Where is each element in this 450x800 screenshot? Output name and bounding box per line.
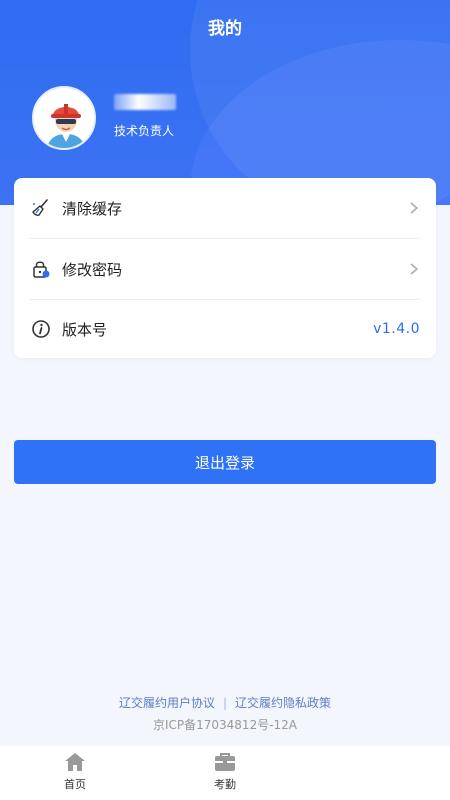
footer-links: 辽交履约用户协议 | 辽交履约隐私政策 [0,694,450,711]
bottom-tab-bar: 首页 考勤 [0,746,450,800]
page-title: 我的 [208,19,242,39]
version-item: 版本号 v1.4.0 [30,299,420,359]
version-label: 版本号 [62,320,108,339]
tab-attendance-label: 考勤 [214,778,236,791]
lock-icon [30,258,52,280]
avatar[interactable] [32,86,96,150]
tab-home-label: 首页 [64,778,86,791]
user-agreement-link[interactable]: 辽交履约用户协议 [119,696,215,710]
tab-home[interactable]: 首页 [0,746,150,792]
chevron-right-icon [410,202,419,214]
privacy-policy-link[interactable]: 辽交履约隐私政策 [235,696,331,710]
clear-cache-label: 清除缓存 [62,199,123,218]
tab-attendance[interactable]: 考勤 [150,746,300,792]
change-password-item[interactable]: 修改密码 [30,239,420,299]
home-icon [65,753,85,771]
info-icon [30,318,52,340]
clear-cache-item[interactable]: 清除缓存 [30,178,420,238]
icp-number: 京ICP备17034812号-12A [152,718,298,732]
profile-header: 我的 技术负责人 [0,0,450,205]
briefcase-icon [215,753,235,771]
worker-avatar-icon [34,88,94,148]
settings-card: 清除缓存 修改密码 版本号 v1.4.0 [14,178,436,358]
chevron-right-icon [410,263,419,275]
change-password-label: 修改密码 [62,260,123,279]
user-name-redacted [114,94,176,110]
broom-icon [30,197,52,219]
link-separator: | [222,696,228,710]
version-value: v1.4.0 [373,321,420,337]
user-role: 技术负责人 [114,124,175,138]
logout-button[interactable]: 退出登录 [14,440,436,484]
